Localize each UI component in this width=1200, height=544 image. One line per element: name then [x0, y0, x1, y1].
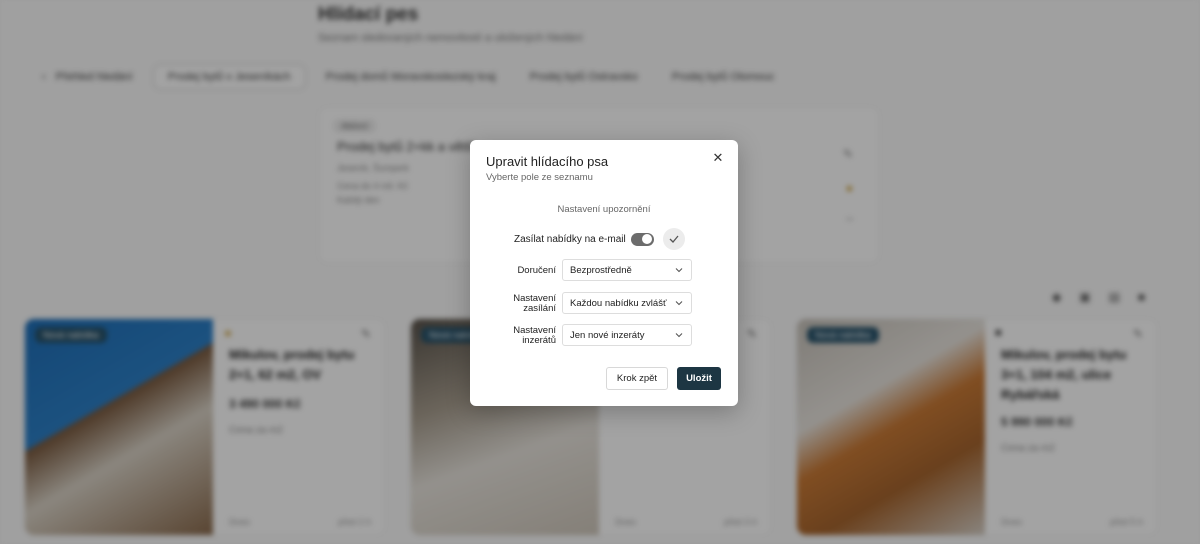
listings-value: Jen nové inzeráty	[570, 329, 645, 341]
chevron-down-icon	[675, 301, 683, 306]
sending-value: Každou nabídku zvlášť	[570, 297, 667, 309]
sending-label: Nastavení zasílání	[513, 293, 556, 314]
edit-watchdog-dialog: Upravit hlídacího psa Vyberte pole ze se…	[470, 140, 738, 406]
dialog-subtitle: Vyberte pole ze seznamu	[486, 172, 593, 183]
toggle-knob	[642, 234, 653, 244]
dialog-title: Upravit hlídacího psa	[486, 154, 609, 169]
notification-settings-heading: Nastavení upozornění	[557, 204, 651, 215]
email-notification-row: Zasílat nabídky na e-mail	[514, 228, 685, 250]
chevron-down-icon	[675, 268, 683, 273]
delivery-value: Bezprostředně	[570, 264, 632, 276]
listings-label: Nastavení inzerátů	[513, 325, 556, 346]
sending-select[interactable]: Každou nabídku zvlášť	[562, 292, 692, 314]
chevron-down-icon	[675, 333, 683, 338]
email-toggle[interactable]	[630, 232, 654, 246]
close-icon[interactable]: ✕	[710, 150, 726, 166]
delivery-label: Doručení	[517, 265, 556, 276]
email-toggle-label: Zasílat nabídky na e-mail	[514, 233, 626, 245]
save-button[interactable]: Uložit	[677, 367, 721, 390]
delivery-select[interactable]: Bezprostředně	[562, 259, 692, 281]
listings-select[interactable]: Jen nové inzeráty	[562, 324, 692, 346]
check-icon[interactable]	[662, 228, 685, 250]
back-button[interactable]: Krok zpět	[606, 367, 668, 390]
